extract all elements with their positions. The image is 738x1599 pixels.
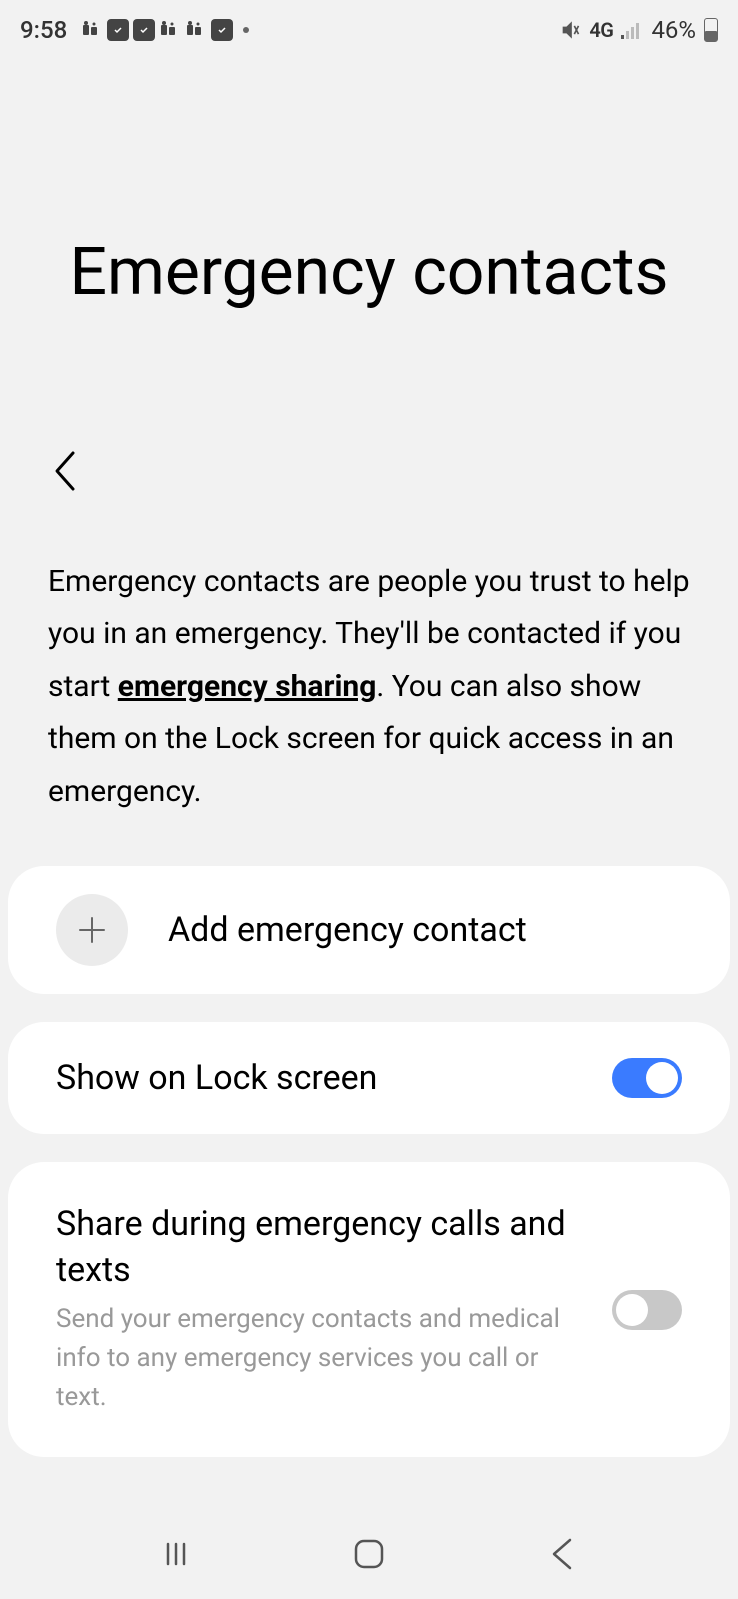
lock-screen-label: Show on Lock screen bbox=[56, 1058, 377, 1098]
teams-icon bbox=[159, 21, 181, 39]
mute-icon bbox=[561, 20, 581, 40]
teams-icon bbox=[185, 21, 207, 39]
status-more-dot bbox=[243, 27, 249, 33]
status-time: 9:58 bbox=[20, 16, 67, 44]
status-bar-left: 9:58 bbox=[20, 16, 249, 44]
status-bar: 9:58 bbox=[0, 0, 738, 60]
navigation-bar bbox=[0, 1509, 738, 1599]
recent-apps-icon bbox=[160, 1538, 192, 1570]
emergency-sharing-link[interactable]: emergency sharing bbox=[118, 669, 377, 704]
share-subtitle: Send your emergency contacts and medical… bbox=[56, 1300, 582, 1417]
lock-screen-toggle[interactable] bbox=[612, 1058, 682, 1098]
plus-icon-circle bbox=[56, 894, 128, 966]
app-icon bbox=[107, 19, 129, 41]
share-title: Share during emergency calls and texts bbox=[56, 1202, 582, 1294]
network-label: 4G bbox=[589, 18, 613, 42]
battery-icon bbox=[704, 18, 718, 42]
toggle-knob bbox=[646, 1062, 678, 1094]
share-during-emergency-row[interactable]: Share during emergency calls and texts S… bbox=[8, 1162, 730, 1457]
back-button[interactable] bbox=[40, 446, 90, 496]
chevron-left-icon bbox=[548, 1536, 576, 1572]
share-text-group: Share during emergency calls and texts S… bbox=[56, 1202, 582, 1417]
home-icon bbox=[351, 1536, 387, 1572]
toggle-knob bbox=[616, 1294, 648, 1326]
page-title: Emergency contacts bbox=[0, 230, 738, 316]
signal-icon bbox=[621, 21, 643, 39]
add-emergency-contact-button[interactable]: Add emergency contact bbox=[8, 866, 730, 994]
plus-icon bbox=[77, 915, 107, 945]
show-on-lock-screen-row[interactable]: Show on Lock screen bbox=[8, 1022, 730, 1134]
chevron-left-icon bbox=[51, 449, 79, 493]
add-contact-label: Add emergency contact bbox=[168, 910, 527, 950]
description-text: Emergency contacts are people you trust … bbox=[0, 556, 738, 819]
status-app-icons bbox=[81, 19, 249, 41]
home-button[interactable] bbox=[344, 1529, 394, 1579]
status-bar-right: 4G 46% bbox=[561, 16, 718, 44]
app-icon bbox=[133, 19, 155, 41]
app-icon bbox=[211, 19, 233, 41]
recent-apps-button[interactable] bbox=[151, 1529, 201, 1579]
nav-back-button[interactable] bbox=[537, 1529, 587, 1579]
teams-icon bbox=[81, 21, 103, 39]
battery-percent: 46% bbox=[651, 16, 696, 44]
share-emergency-toggle[interactable] bbox=[612, 1290, 682, 1330]
